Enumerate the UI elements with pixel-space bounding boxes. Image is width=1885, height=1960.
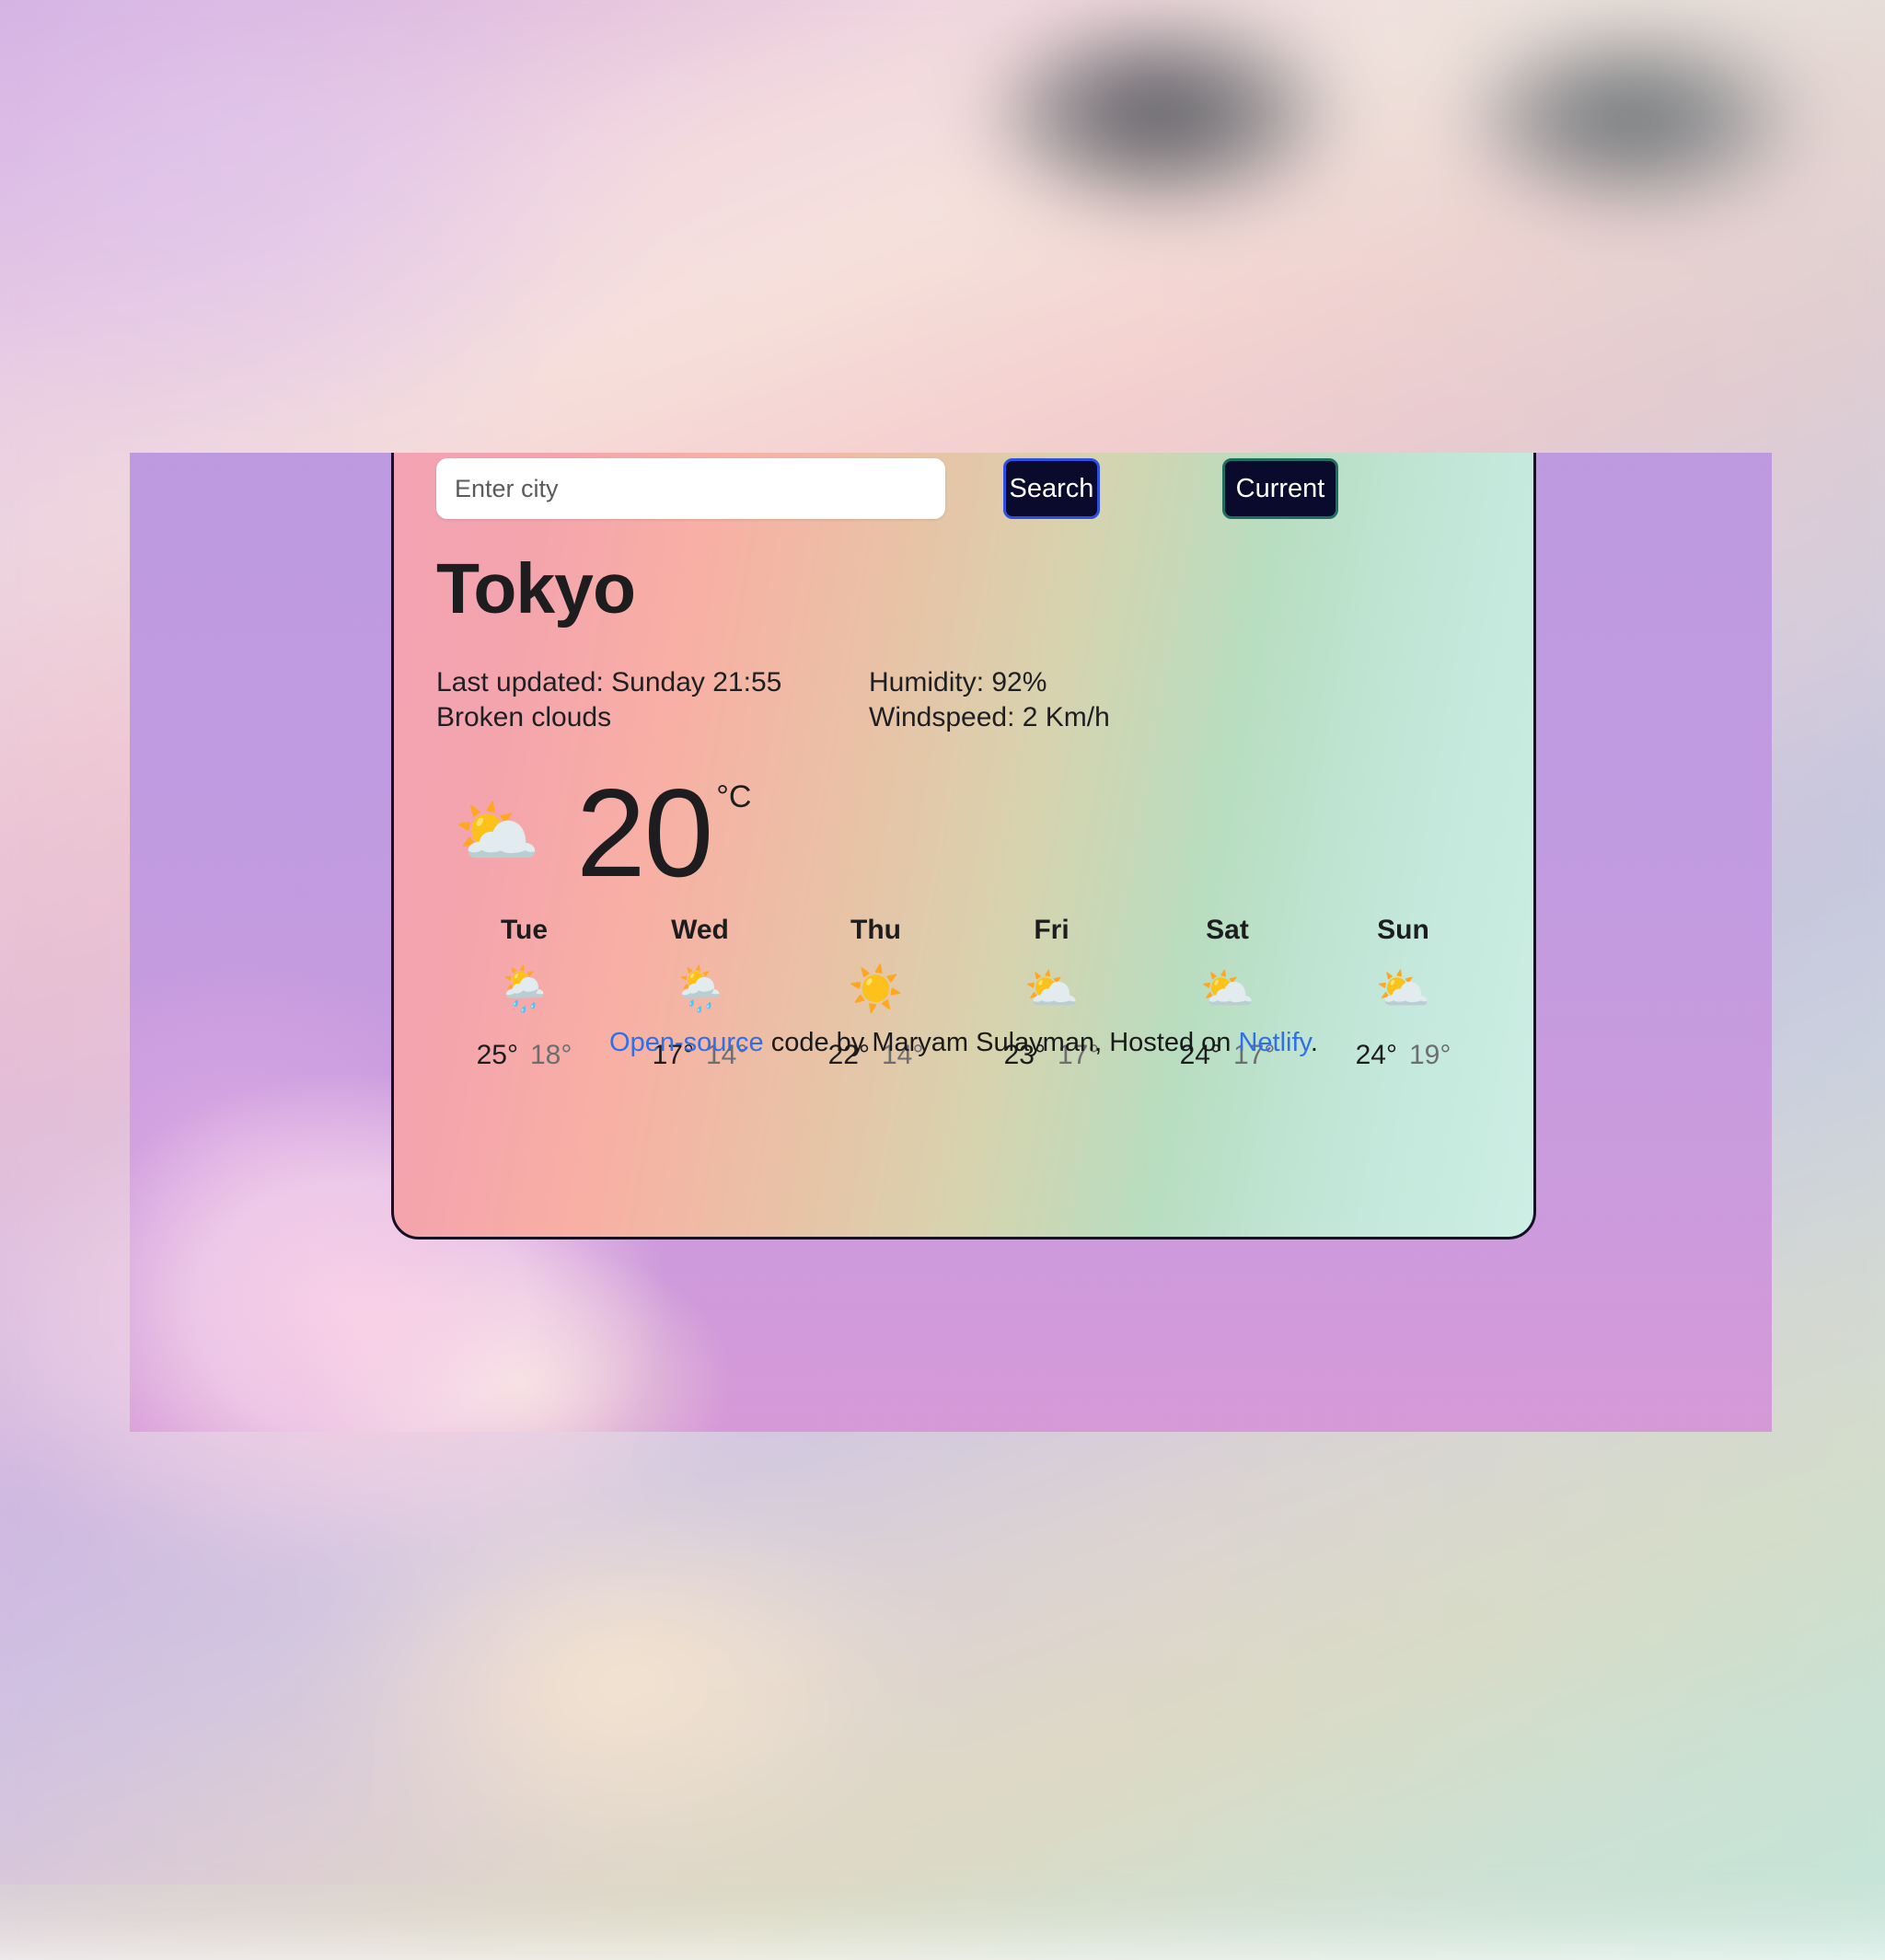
weather-details: Last updated: Sunday 21:55 Broken clouds… — [436, 665, 1491, 735]
sun-behind-rain-cloud-icon: 🌦️ — [436, 968, 612, 1023]
netlify-link[interactable]: Netlify — [1238, 1028, 1310, 1057]
broken-clouds-icon: ⛅ — [442, 798, 552, 868]
humidity-text: Humidity: 92% — [869, 665, 1288, 700]
forecast-day-label: Wed — [612, 915, 788, 946]
windspeed-text: Windspeed: 2 Km/h — [869, 700, 1288, 735]
cloud-icon: ⛅ — [1315, 968, 1491, 1023]
open-source-link[interactable]: Open-source — [609, 1028, 764, 1057]
weather-card: Search Current Tokyo Last updated: Sunda… — [391, 453, 1536, 1239]
sun-icon: ☀️ — [788, 968, 964, 1023]
forecast-day-label: Tue — [436, 915, 612, 946]
city-name: Tokyo — [436, 554, 1491, 625]
cloud-icon: ⛅ — [964, 968, 1139, 1023]
forecast-day-label: Fri — [964, 915, 1139, 946]
search-input[interactable] — [436, 458, 945, 519]
footer-trailing-text: . — [1311, 1028, 1318, 1057]
app-panel: Search Current Tokyo Last updated: Sunda… — [130, 453, 1772, 1432]
temperature-unit: °C — [716, 779, 751, 815]
search-row: Search Current — [436, 458, 1491, 519]
footer-credit: Open-source code by Maryam Sulayman, Hos… — [391, 1028, 1536, 1058]
cloud-icon: ⛅ — [1139, 968, 1315, 1023]
last-updated-text: Last updated: Sunday 21:55 — [436, 665, 855, 700]
current-temperature-row: ⛅ 20 °C — [436, 774, 1491, 893]
forecast-day-label: Sun — [1315, 915, 1491, 946]
temperature-display: 20 °C — [576, 774, 751, 893]
current-temperature-value: 20 — [576, 774, 711, 893]
current-location-button[interactable]: Current — [1222, 458, 1338, 519]
condition-text: Broken clouds — [436, 700, 855, 735]
forecast-day-label: Sat — [1139, 915, 1315, 946]
details-left-column: Last updated: Sunday 21:55 Broken clouds — [436, 665, 855, 735]
details-right-column: Humidity: 92% Windspeed: 2 Km/h — [869, 665, 1288, 735]
forecast-day-label: Thu — [788, 915, 964, 946]
sun-behind-rain-cloud-icon: 🌦️ — [612, 968, 788, 1023]
footer-middle-text: code by Maryam Sulayman, Hosted on — [764, 1028, 1239, 1057]
search-button[interactable]: Search — [1003, 458, 1100, 519]
